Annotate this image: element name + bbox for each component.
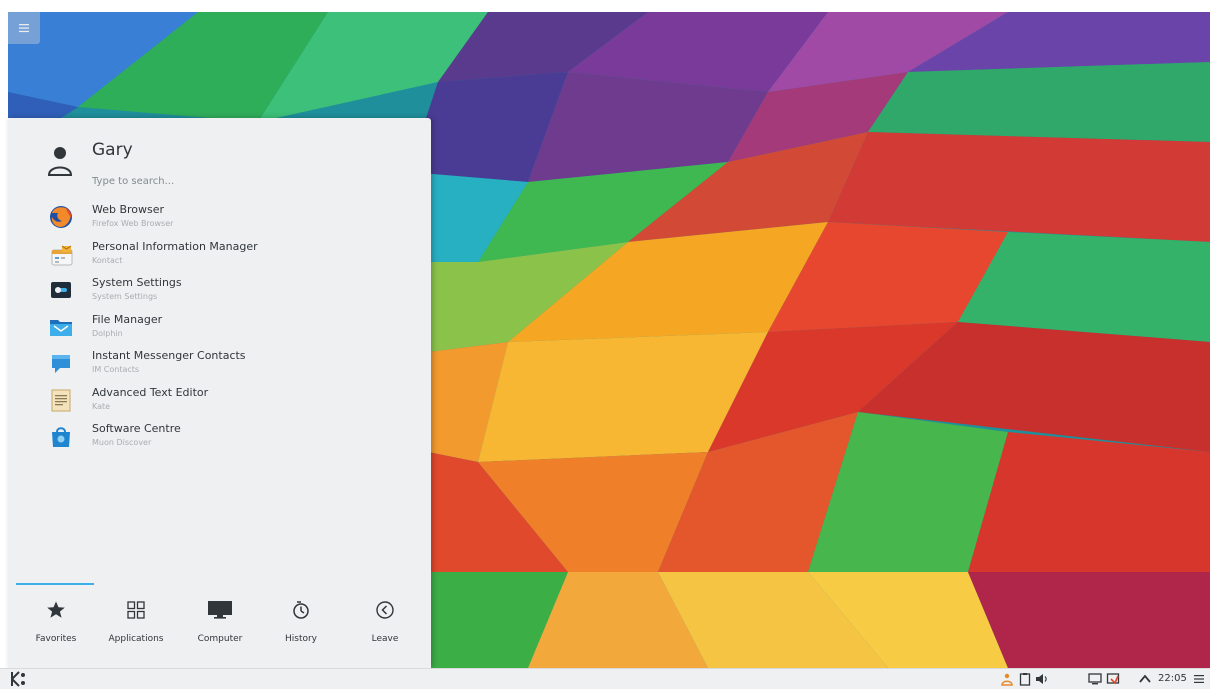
tab-label: Favorites xyxy=(35,634,77,644)
app-name: Software Centre xyxy=(92,422,181,435)
tab-history[interactable]: History xyxy=(261,594,341,654)
desktop-toolbox-button[interactable] xyxy=(8,12,40,44)
list-item-web-browser[interactable]: Web Browser Firefox Web Browser xyxy=(8,200,431,237)
list-item-instant-messenger-contacts[interactable]: Instant Messenger Contacts IM Contacts xyxy=(8,346,431,383)
app-generic-name: Kontact xyxy=(92,255,123,265)
app-generic-name: Kate xyxy=(92,401,111,411)
active-tab-indicator xyxy=(16,583,94,585)
search-input[interactable] xyxy=(92,172,392,190)
application-launcher: Gary Web Browser Firefox Web Browser xyxy=(8,118,431,668)
monitor-icon xyxy=(208,601,232,619)
tab-label: Computer xyxy=(197,634,243,644)
leave-icon xyxy=(376,601,394,619)
app-generic-name: Muon Discover xyxy=(92,438,152,447)
taskbar-panel: 22:05 xyxy=(0,668,1210,689)
tab-leave[interactable]: Leave xyxy=(345,594,425,654)
updates-icon[interactable] xyxy=(1000,672,1014,686)
grid-icon xyxy=(127,601,145,619)
list-item-advanced-text-editor[interactable]: Advanced Text Editor Kate xyxy=(8,383,431,420)
list-item-software-centre[interactable]: Software Centre Muon Discover xyxy=(8,419,431,456)
tab-favorites[interactable]: Favorites xyxy=(16,594,96,654)
kde-launcher-icon[interactable] xyxy=(10,671,28,687)
kate-icon xyxy=(51,389,71,411)
app-name: Personal Information Manager xyxy=(92,239,258,253)
user-avatar-icon[interactable] xyxy=(46,144,74,178)
clipboard-icon[interactable] xyxy=(1018,672,1032,686)
chevron-up-icon[interactable] xyxy=(1138,672,1152,686)
app-name: File Manager xyxy=(92,312,163,326)
launcher-tab-bar: Favorites Applications Computer History … xyxy=(8,580,431,668)
discover-icon xyxy=(52,427,70,447)
tab-label: History xyxy=(284,634,318,644)
list-item-personal-information-manager[interactable]: Personal Information Manager Kontact xyxy=(8,237,431,274)
digital-clock[interactable]: 22:05 xyxy=(1158,673,1187,684)
favorites-list: Web Browser Firefox Web Browser Personal… xyxy=(8,200,431,456)
app-name: Web Browser xyxy=(92,203,165,216)
app-generic-name: Firefox Web Browser xyxy=(92,219,174,228)
user-area: Gary xyxy=(8,118,431,196)
system-settings-icon xyxy=(51,282,71,298)
tab-label: Leave xyxy=(371,634,399,644)
history-icon xyxy=(293,601,309,619)
app-name: Advanced Text Editor xyxy=(92,385,209,399)
kontact-icon xyxy=(51,245,73,265)
tab-label: Applications xyxy=(108,634,164,644)
dolphin-icon xyxy=(50,319,72,336)
display-icon[interactable] xyxy=(1088,672,1102,686)
app-name: System Settings xyxy=(92,276,182,289)
list-item-system-settings[interactable]: System Settings System Settings xyxy=(8,273,431,310)
panel-menu-icon[interactable] xyxy=(1192,672,1206,686)
app-generic-name: IM Contacts xyxy=(92,365,140,374)
firefox-icon xyxy=(50,206,72,228)
star-icon xyxy=(47,601,65,618)
username: Gary xyxy=(92,140,133,160)
hamburger-icon xyxy=(19,24,29,33)
tab-computer[interactable]: Computer xyxy=(180,594,260,654)
app-generic-name: System Settings xyxy=(92,292,158,301)
app-name: Instant Messenger Contacts xyxy=(92,349,246,362)
im-contacts-icon xyxy=(52,355,70,373)
list-item-file-manager[interactable]: File Manager Dolphin xyxy=(8,310,431,347)
notifications-icon[interactable] xyxy=(1106,672,1120,686)
volume-icon[interactable] xyxy=(1035,672,1049,686)
app-generic-name: Dolphin xyxy=(92,328,123,338)
tab-applications[interactable]: Applications xyxy=(96,594,176,654)
